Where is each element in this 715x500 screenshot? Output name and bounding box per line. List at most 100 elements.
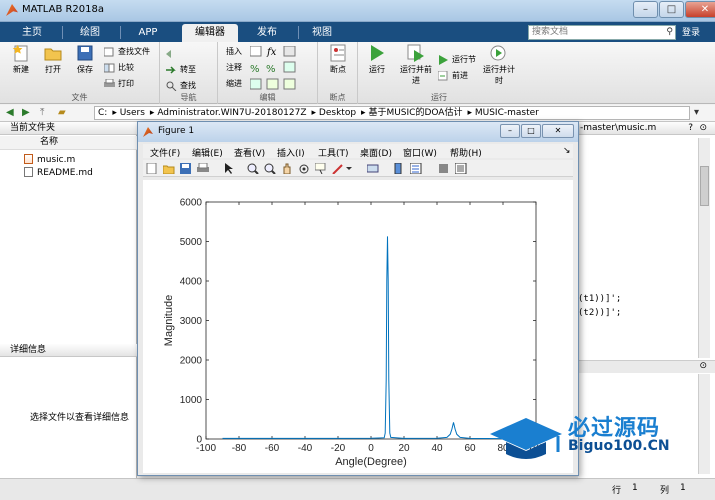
- open-button[interactable]: 打开: [38, 44, 68, 75]
- comment-button[interactable]: 注释: [224, 62, 242, 74]
- tab-editor[interactable]: 编辑器: [182, 24, 238, 42]
- menu-tools[interactable]: 工具(T): [318, 146, 349, 159]
- path-seg[interactable]: Users: [120, 108, 145, 118]
- tab-publish[interactable]: 发布: [245, 24, 289, 42]
- compare-icon: [103, 63, 115, 73]
- window-controls: – □ ✕: [632, 1, 715, 18]
- menu-view[interactable]: 查看(V): [234, 146, 265, 159]
- colorbar-icon[interactable]: [393, 163, 405, 174]
- maximize-button[interactable]: □: [659, 1, 684, 18]
- compare-button[interactable]: 比较: [103, 62, 134, 74]
- brush-dropdown-icon[interactable]: [345, 163, 353, 174]
- goto-button[interactable]: 转至: [166, 64, 196, 76]
- find-button[interactable]: 查找: [166, 80, 196, 92]
- breakpoints-button[interactable]: 断点: [323, 44, 353, 75]
- file-group: 新建 打开 保存 查找文件 比较 打印 文件: [0, 42, 160, 104]
- search-icon[interactable]: ⚲: [666, 26, 673, 39]
- editor-scrollbar[interactable]: [698, 138, 710, 358]
- tab-view[interactable]: 视图: [302, 24, 342, 42]
- new-button[interactable]: 新建: [6, 44, 36, 75]
- save-figure-icon[interactable]: [180, 163, 192, 174]
- edit-toolbar-icons[interactable]: fx % %: [250, 46, 312, 92]
- hide-plot-tools-icon[interactable]: [438, 163, 450, 174]
- file-item[interactable]: README.md: [24, 167, 93, 178]
- find-files-button[interactable]: 查找文件: [103, 46, 150, 58]
- insert-button[interactable]: 插入: [224, 46, 242, 58]
- close-button[interactable]: ✕: [685, 1, 715, 18]
- nav-arrows[interactable]: [166, 48, 180, 60]
- brush-icon[interactable]: [332, 163, 344, 174]
- print-figure-icon[interactable]: [197, 163, 209, 174]
- menu-edit[interactable]: 编辑(E): [192, 146, 223, 159]
- run-and-time-button[interactable]: 运行并计时: [482, 44, 516, 86]
- show-plot-tools-icon[interactable]: [455, 163, 467, 174]
- save-icon: [75, 44, 95, 62]
- path-field[interactable]: C: ▸ Users ▸ Administrator.WIN7U-20180127Z…: [94, 106, 690, 120]
- x-tick-label: 0: [368, 443, 374, 454]
- tab-home[interactable]: 主页: [12, 24, 52, 42]
- search-placeholder: 搜索文档: [532, 27, 569, 37]
- run-group: 运行 运行并前进 运行节 前进 运行并计时 运行: [358, 42, 520, 104]
- save-button[interactable]: 保存: [70, 44, 100, 75]
- svg-text:%: %: [250, 64, 260, 75]
- figure-maximize-button[interactable]: □: [521, 124, 541, 138]
- y-axis-label: Magnitude: [163, 295, 175, 346]
- link-plot-icon[interactable]: [367, 163, 379, 174]
- new-figure-icon[interactable]: [146, 163, 158, 174]
- browse-folder-icon[interactable]: ▰: [58, 107, 66, 118]
- panel-menu-icon[interactable]: ⊙: [699, 122, 707, 134]
- run-and-advance-button[interactable]: 运行并前进: [398, 44, 434, 86]
- forward-arrow-icon[interactable]: ▶: [22, 107, 30, 118]
- login-link[interactable]: 登录: [682, 25, 700, 38]
- edit-plot-arrow-icon[interactable]: [223, 163, 235, 174]
- path-dropdown-icon[interactable]: ▾: [694, 107, 699, 118]
- print-button[interactable]: 打印: [104, 78, 134, 90]
- menu-help[interactable]: 帮助(H): [450, 146, 482, 159]
- path-seg[interactable]: Desktop: [319, 108, 356, 118]
- menu-file[interactable]: 文件(F): [150, 146, 180, 159]
- scroll-thumb[interactable]: [700, 166, 709, 206]
- help-icon[interactable]: ?: [688, 122, 693, 134]
- file-item[interactable]: music.m: [24, 154, 75, 165]
- matlab-logo-icon: [6, 4, 18, 16]
- menu-desktop[interactable]: 桌面(D): [360, 146, 392, 159]
- rotate-3d-icon[interactable]: [298, 163, 310, 174]
- tab-plots[interactable]: 绘图: [70, 24, 110, 42]
- run-section-button[interactable]: 运行节: [438, 54, 476, 66]
- path-seg[interactable]: C:: [98, 108, 107, 118]
- tab-apps[interactable]: APP: [128, 24, 168, 42]
- advance-button[interactable]: 前进: [437, 70, 468, 82]
- indent-button[interactable]: 缩进: [224, 78, 242, 90]
- menu-window[interactable]: 窗口(W): [403, 146, 437, 159]
- figure-minimize-button[interactable]: –: [500, 124, 520, 138]
- editor-tab[interactable]: -master\music.m? ⊙: [578, 122, 715, 135]
- pan-hand-icon[interactable]: [281, 163, 293, 174]
- zoom-in-icon[interactable]: [247, 163, 259, 174]
- address-bar: ◀ ▶ ⤒ ▰ C: ▸ Users ▸ Administrator.WIN7U-2…: [0, 105, 715, 122]
- zoom-out-icon[interactable]: [264, 163, 276, 174]
- minimize-button[interactable]: –: [633, 1, 658, 18]
- open-file-icon[interactable]: [163, 163, 175, 174]
- name-column-header[interactable]: 名称: [0, 136, 137, 150]
- new-icon: [11, 44, 31, 62]
- run-icon: [367, 44, 387, 62]
- search-input[interactable]: 搜索文档 ⚲: [528, 25, 676, 40]
- panel-menu-icon[interactable]: ⊙: [699, 361, 707, 371]
- figure-menubar: 文件(F) 编辑(E) 查看(V) 插入(I) 工具(T) 桌面(D) 窗口(W…: [143, 144, 573, 159]
- x-tick-label: -40: [298, 443, 313, 454]
- editor-ribbon: 新建 打开 保存 查找文件 比较 打印 文件 转至 查找 导航 插入 注释 缩进: [0, 42, 715, 104]
- data-cursor-icon[interactable]: [315, 163, 327, 174]
- axes-box: [205, 201, 537, 440]
- path-seg[interactable]: 基于MUSIC的DOA估计: [368, 108, 462, 118]
- run-button[interactable]: 运行: [362, 44, 392, 75]
- back-arrow-icon[interactable]: ◀: [6, 107, 14, 118]
- figure-close-button[interactable]: ✕: [542, 124, 574, 138]
- menu-insert[interactable]: 插入(I): [277, 146, 305, 159]
- up-folder-icon[interactable]: ⤒: [40, 107, 44, 118]
- run-time-icon: [489, 44, 509, 62]
- dock-arrow-icon[interactable]: ↘: [563, 146, 571, 156]
- path-seg[interactable]: Administrator.WIN7U-20180127Z: [157, 108, 306, 118]
- legend-icon[interactable]: [410, 163, 422, 174]
- y-tick-label: 4000: [180, 277, 203, 288]
- path-seg[interactable]: MUSIC-master: [475, 108, 539, 118]
